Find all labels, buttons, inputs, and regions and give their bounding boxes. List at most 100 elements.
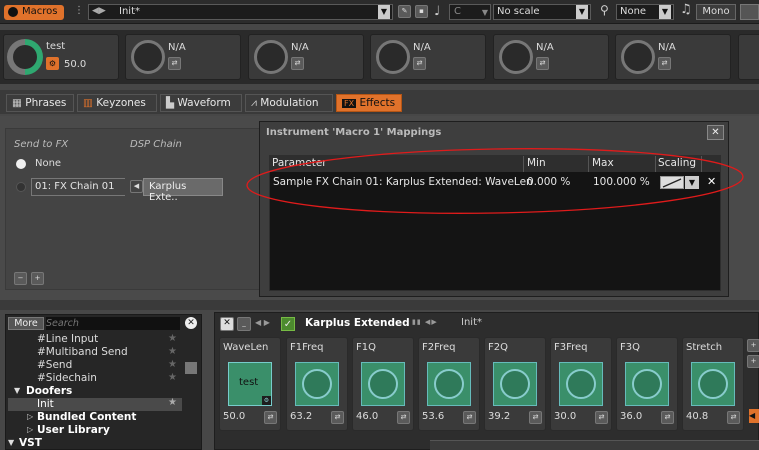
favorite-icon[interactable]: ★ — [168, 397, 177, 408]
macro-5-knob[interactable] — [499, 40, 533, 74]
add-device-icon[interactable]: + — [747, 339, 759, 352]
module-link-icon[interactable]: ⇄ — [463, 411, 476, 424]
module-knob[interactable] — [427, 362, 471, 406]
macro-4-knob[interactable] — [376, 40, 410, 74]
macro-2-knob[interactable] — [131, 40, 165, 74]
minimize-icon[interactable]: _ — [237, 317, 251, 331]
macro-3-knob[interactable] — [254, 40, 288, 74]
scroll-left-icon[interactable]: ◀ — [749, 409, 759, 423]
module-link-icon[interactable]: ⇄ — [331, 411, 344, 424]
folder-vst[interactable]: VST — [19, 437, 42, 449]
browser-item-selected[interactable]: Init ★ — [8, 397, 182, 411]
chain-left-icon[interactable]: ◀ — [130, 180, 143, 193]
macro-1-knob[interactable] — [7, 39, 43, 75]
chain-radio[interactable] — [16, 182, 26, 192]
extra-button[interactable] — [740, 4, 759, 20]
preset-selector[interactable]: ◀▶ Init* ▼ — [88, 4, 393, 20]
close-device-icon[interactable]: ✕ — [220, 317, 234, 331]
minus-label: − — [17, 274, 24, 282]
phrases-icon: ▦ — [12, 97, 22, 109]
module-link-icon[interactable]: ⇄ — [529, 411, 542, 424]
preset-dropdown-icon[interactable]: ▼ — [378, 5, 390, 19]
favorite-icon[interactable]: ★ — [168, 346, 177, 357]
macro-5-mapping-icon[interactable]: ⇄ — [536, 57, 549, 70]
macro-mapping-icon[interactable]: ⚙ — [46, 57, 59, 70]
mapped-indicator-icon: ⚙ — [262, 396, 271, 405]
add-chain-button[interactable]: + — [31, 272, 44, 285]
more-button[interactable]: More — [8, 317, 44, 330]
macro-3-mapping-icon[interactable]: ⇄ — [291, 57, 304, 70]
browser-scrollbar[interactable] — [185, 362, 197, 374]
module-knob[interactable] — [361, 362, 405, 406]
module-link-icon[interactable]: ⇄ — [661, 411, 674, 424]
search-icon[interactable]: ⚲ — [600, 3, 609, 17]
wavelen-slider[interactable]: test ⚙ — [228, 362, 272, 406]
search-input[interactable] — [46, 317, 180, 330]
folder-user-library[interactable]: User Library — [37, 424, 110, 436]
move-arrows-icon[interactable]: ◀ ▶ — [255, 318, 270, 327]
tab-effects[interactable]: FX Effects — [336, 94, 402, 112]
none-radio[interactable] — [16, 159, 26, 169]
scale-dropdown-icon[interactable]: ▼ — [576, 5, 588, 19]
module-value: 36.0 — [620, 411, 643, 422]
browser-item[interactable]: #Sidechain — [37, 372, 97, 384]
device-enable-checkbox[interactable]: ✓ — [281, 317, 295, 331]
scroll-handle-icon[interactable]: ⋮ — [74, 5, 84, 19]
macro-2-mapping-icon[interactable]: ⇄ — [168, 57, 181, 70]
module-link-icon[interactable]: ⇄ — [264, 411, 277, 424]
prev-next-icon[interactable]: ◀▶ — [92, 6, 106, 16]
mono-button[interactable]: Mono — [696, 4, 736, 20]
macros-button[interactable]: Macros — [4, 5, 64, 20]
module-knob[interactable] — [559, 362, 603, 406]
browser-item[interactable]: #Multiband Send — [37, 346, 128, 358]
favorite-icon[interactable]: ★ — [168, 372, 177, 383]
module-knob[interactable] — [493, 362, 537, 406]
none-selector[interactable]: None ▼ — [616, 4, 674, 20]
key-value: C — [454, 6, 461, 17]
save-icon[interactable]: ▪ — [415, 5, 428, 18]
key-dropdown-icon[interactable]: ▼ — [482, 8, 488, 17]
module-knob[interactable] — [295, 362, 339, 406]
collapsed-arrow-icon[interactable]: ▷ — [27, 425, 33, 434]
clear-search-icon[interactable]: ✕ — [185, 317, 197, 329]
none-dropdown-icon[interactable]: ▼ — [659, 5, 671, 19]
macro-6-mapping-icon[interactable]: ⇄ — [658, 57, 671, 70]
browser-item[interactable]: #Send — [37, 359, 72, 371]
panel-divider — [0, 300, 759, 310]
macro-4-name: N/A — [413, 42, 431, 53]
module-link-icon[interactable]: ⇄ — [727, 411, 740, 424]
scale-selector[interactable]: No scale ▼ — [493, 4, 591, 20]
folder-doofers[interactable]: Doofers — [26, 385, 72, 397]
browser-item[interactable]: #Line Input — [37, 333, 98, 345]
favorite-icon[interactable]: ★ — [168, 359, 177, 370]
tab-phrases[interactable]: ▦ Phrases — [6, 94, 74, 112]
module-link-icon[interactable]: ⇄ — [397, 411, 410, 424]
macro-6-knob[interactable] — [621, 40, 655, 74]
device-preset-nav-icon[interactable]: ▮▮ ◀▶ — [412, 318, 438, 326]
remove-chain-button[interactable]: − — [14, 272, 27, 285]
collapsed-arrow-icon[interactable]: ▷ — [27, 412, 33, 421]
module-knob[interactable] — [691, 362, 735, 406]
add-device-icon-2[interactable]: + — [747, 355, 759, 368]
device-button[interactable]: Karplus Exte.. — [143, 178, 223, 203]
tab-keyzones[interactable]: ▥ Keyzones — [77, 94, 157, 112]
module-name: F2Q — [488, 342, 508, 353]
module-name: WaveLen — [223, 342, 269, 353]
tab-modulation[interactable]: ⩘ Modulation — [245, 94, 333, 112]
macros-label: Macros — [22, 6, 58, 17]
horizontal-scrollbar[interactable] — [430, 440, 759, 450]
key-selector[interactable]: C ▼ — [449, 4, 491, 20]
expanded-arrow-icon[interactable]: ▼ — [8, 438, 14, 447]
expanded-arrow-icon[interactable]: ▼ — [14, 386, 20, 395]
favorite-icon[interactable]: ★ — [168, 333, 177, 344]
module-link-icon[interactable]: ⇄ — [595, 411, 608, 424]
dsp-chain-header: DSP Chain — [130, 139, 182, 150]
tab-waveform[interactable]: ▙ Waveform — [160, 94, 242, 112]
edit-icon[interactable]: ✎ — [398, 5, 411, 18]
close-icon[interactable]: ✕ — [707, 125, 724, 140]
device-preset-name[interactable]: Init* — [461, 317, 482, 328]
folder-bundled[interactable]: Bundled Content — [37, 411, 136, 423]
module-knob[interactable] — [625, 362, 669, 406]
fx-icon: FX — [342, 99, 357, 108]
macro-4-mapping-icon[interactable]: ⇄ — [413, 57, 426, 70]
